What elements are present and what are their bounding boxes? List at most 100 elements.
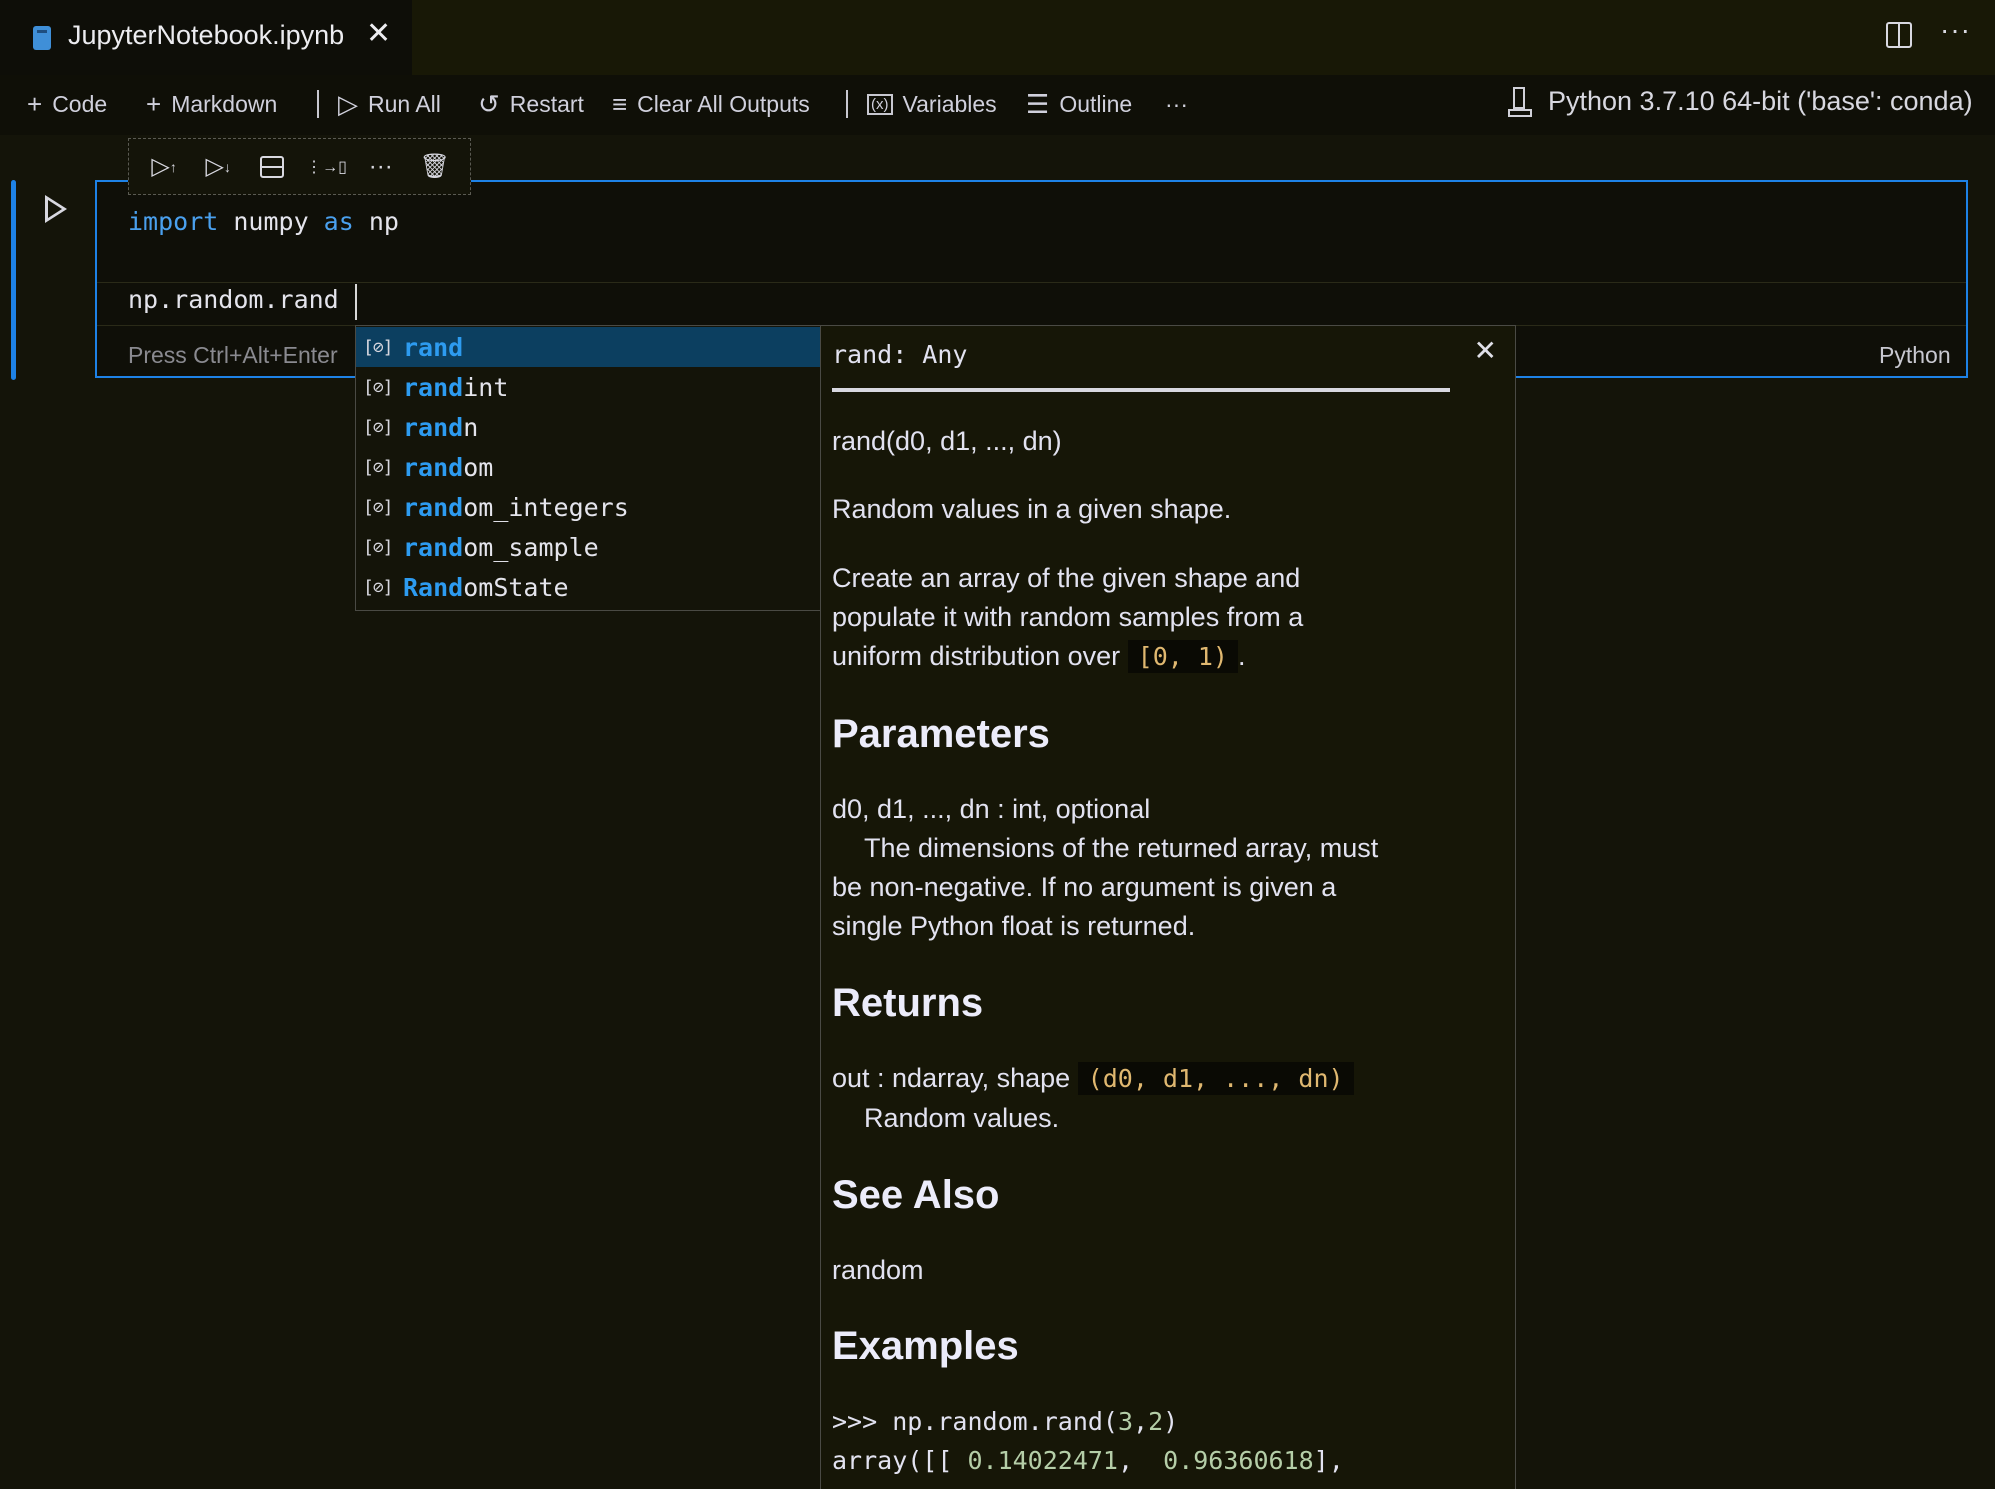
inline-code: (d0, d1, ..., dn) — [1077, 1062, 1354, 1095]
run-cell-icon[interactable] — [45, 195, 67, 223]
plus-icon: + — [146, 88, 162, 119]
variable-icon: [⊘] — [363, 376, 394, 398]
details-desc-line: Create an array of the given shape and — [832, 563, 1301, 593]
add-code-button[interactable]: + Code — [27, 88, 108, 119]
run-all-button[interactable]: ▷ Run All — [338, 88, 441, 119]
kernel-icon — [1508, 86, 1532, 117]
code-line-1[interactable]: import numpy as np — [128, 207, 399, 236]
cell-language[interactable]: Python — [1879, 342, 1951, 369]
kernel-label: Python 3.7.10 64-bit ('base': conda) — [1548, 86, 1973, 116]
suggestion-item[interactable]: [⊘] rand — [356, 327, 820, 367]
outline-label: Outline — [1059, 90, 1133, 117]
outline-button[interactable]: ☰ Outline — [1026, 88, 1133, 119]
suggestion-match: rand — [403, 372, 464, 402]
example-number: 3 — [1117, 1407, 1134, 1436]
run-below-icon[interactable]: ▷ ↓ — [200, 150, 236, 184]
more-actions-icon[interactable]: ··· — [1940, 14, 1971, 46]
keyword-import: import — [128, 207, 219, 236]
example-prompt: >>> np.random.rand( — [832, 1407, 1118, 1436]
cell-hint: Press Ctrl+Alt+Enter — [128, 342, 338, 368]
suggest-widget: [⊘] rand [⊘] randint [⊘] randn [⊘] rando… — [355, 325, 821, 611]
param-desc-line: single Python float is returned. — [832, 911, 1196, 941]
param-desc-line: The dimensions of the returned array, mu… — [864, 833, 1379, 863]
restart-label: Restart — [509, 90, 584, 117]
suggestion-rest: int — [463, 372, 509, 402]
inline-code: [0, 1) — [1127, 640, 1238, 673]
example-number: 0.96360618 — [1163, 1446, 1314, 1475]
clear-all-outputs-button[interactable]: ≡ Clear All Outputs — [612, 88, 810, 119]
variables-button[interactable]: (x) Variables — [867, 90, 997, 118]
suggestion-item[interactable]: [⊘] random_sample — [356, 527, 820, 567]
heading-returns: Returns — [832, 981, 984, 1025]
variable-icon: [⊘] — [363, 416, 394, 438]
param-desc-line: be non-negative. If no argument is given… — [832, 872, 1337, 902]
run-above-icon[interactable]: ▷ ↑ — [146, 150, 182, 184]
more-icon: ··· — [1165, 90, 1188, 117]
details-summary: Random values in a given shape. — [832, 494, 1232, 524]
example-number: 0.14022471 — [967, 1446, 1118, 1475]
keyword-as: as — [323, 207, 354, 236]
heading-examples: Examples — [832, 1324, 1019, 1368]
cell-more-icon[interactable]: ··· — [363, 150, 399, 184]
variable-icon: [⊘] — [363, 336, 394, 358]
suggestion-item[interactable]: [⊘] randn — [356, 407, 820, 447]
module-name: numpy — [218, 207, 324, 236]
see-also-item: random — [832, 1255, 924, 1285]
suggestion-match: rand — [403, 452, 464, 482]
kernel-picker[interactable]: Python 3.7.10 64-bit ('base': conda) — [1508, 86, 1973, 117]
split-editor-icon[interactable] — [1886, 22, 1912, 48]
delete-cell-icon[interactable]: 🗑 — [417, 150, 453, 184]
suggestion-match: rand — [403, 412, 464, 442]
restart-button[interactable]: ↺ Restart — [478, 88, 584, 119]
suggestion-item[interactable]: [⊘] random — [356, 447, 820, 487]
code-line-2[interactable]: np.random.rand — [128, 285, 339, 314]
clear-outputs-icon: ≡ — [612, 88, 628, 119]
add-code-label: Code — [52, 90, 108, 117]
add-markdown-button[interactable]: + Markdown — [146, 88, 277, 119]
tab-close-icon[interactable]: ✕ — [366, 16, 391, 51]
toolbar-divider — [317, 90, 319, 118]
split-cell-icon[interactable] — [254, 150, 290, 184]
return-text: out : ndarray, shape — [832, 1063, 1071, 1093]
heading-parameters: Parameters — [832, 712, 1050, 756]
heading-see-also: See Also — [832, 1173, 1000, 1217]
details-signature: rand: Any — [832, 340, 968, 369]
suggestion-rest: om_integers — [463, 492, 629, 522]
suggestion-item[interactable]: [⊘] RandomState — [356, 567, 820, 607]
suggestion-match: rand — [403, 532, 464, 562]
desc-text: uniform distribution over — [832, 641, 1121, 671]
example-punct: ], — [1313, 1446, 1344, 1475]
variable-icon: [⊘] — [363, 456, 394, 478]
cell-focus-indicator — [11, 180, 16, 380]
tab-label: JupyterNotebook.ipynb — [68, 20, 345, 50]
example-line: >>> np.random.rand(3,2) — [832, 1407, 1178, 1436]
restart-icon: ↺ — [478, 88, 500, 119]
example-punct: , — [1133, 1407, 1149, 1436]
run-all-icon: ▷ — [338, 88, 358, 119]
close-details-icon[interactable]: ✕ — [1474, 334, 1497, 367]
example-punct: ) — [1163, 1407, 1179, 1436]
tab-jupyter-notebook[interactable]: JupyterNotebook.ipynb ✕ — [0, 0, 412, 75]
return-desc: Random values. — [864, 1103, 1060, 1133]
clear-all-outputs-label: Clear All Outputs — [637, 90, 810, 117]
suggestion-item[interactable]: [⊘] randint — [356, 367, 820, 407]
join-cells-icon[interactable]: ⋮→▯ — [306, 150, 347, 184]
plus-icon: + — [27, 88, 43, 119]
example-punct: , — [1117, 1446, 1164, 1475]
notebook-file-icon — [33, 26, 51, 50]
toolbar-divider — [846, 90, 848, 118]
class-icon: [⊘] — [363, 576, 394, 598]
toolbar-more-button[interactable]: ··· — [1165, 90, 1188, 118]
suggestion-match: rand — [403, 492, 464, 522]
suggestion-item[interactable]: [⊘] random_integers — [356, 487, 820, 527]
example-number: 2 — [1148, 1407, 1164, 1436]
return-signature: out : ndarray, shape (d0, d1, ..., dn) — [832, 1062, 1354, 1095]
variables-label: Variables — [902, 90, 997, 117]
alias-name: np — [353, 207, 399, 236]
suggestion-match: Rand — [403, 572, 464, 602]
suggestion-rest: n — [463, 412, 479, 442]
details-desc-line: populate it with random samples from a — [832, 602, 1304, 632]
suggestion-rest: om — [463, 452, 494, 482]
run-all-label: Run All — [368, 90, 441, 117]
outline-icon: ☰ — [1026, 88, 1050, 119]
